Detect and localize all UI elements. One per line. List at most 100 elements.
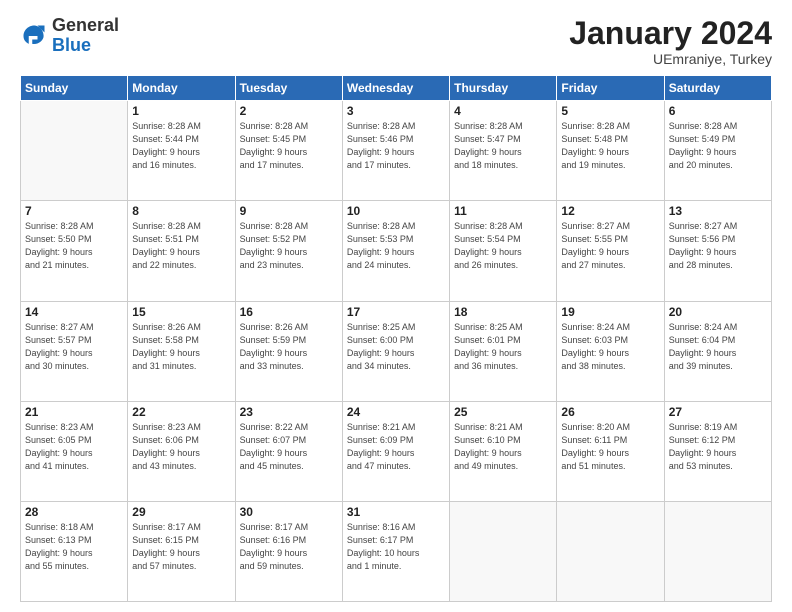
day-number: 3 [347, 104, 445, 118]
day-info: Sunrise: 8:27 AM Sunset: 5:57 PM Dayligh… [25, 321, 123, 373]
day-header-friday: Friday [557, 76, 664, 101]
logo-text: General Blue [52, 16, 119, 56]
day-info: Sunrise: 8:20 AM Sunset: 6:11 PM Dayligh… [561, 421, 659, 473]
day-number: 29 [132, 505, 230, 519]
day-info: Sunrise: 8:23 AM Sunset: 6:06 PM Dayligh… [132, 421, 230, 473]
day-number: 1 [132, 104, 230, 118]
day-header-saturday: Saturday [664, 76, 771, 101]
day-number: 26 [561, 405, 659, 419]
day-number: 19 [561, 305, 659, 319]
calendar-subtitle: UEmraniye, Turkey [569, 51, 772, 67]
logo-blue-text: Blue [52, 36, 119, 56]
calendar-cell: 22Sunrise: 8:23 AM Sunset: 6:06 PM Dayli… [128, 401, 235, 501]
calendar-cell: 30Sunrise: 8:17 AM Sunset: 6:16 PM Dayli… [235, 501, 342, 601]
day-info: Sunrise: 8:28 AM Sunset: 5:49 PM Dayligh… [669, 120, 767, 172]
day-number: 8 [132, 204, 230, 218]
calendar-cell: 23 Sunrise: 8:22 AM Sunset: 6:07 PM Dayli… [235, 401, 342, 501]
calendar-cell: 24 Sunrise: 8:21 AM Sunset: 6:09 PM Dayli… [342, 401, 449, 501]
calendar-cell [664, 501, 771, 601]
calendar-cell: 25 Sunrise: 8:21 AM Sunset: 6:10 PM Dayli… [450, 401, 557, 501]
day-info: Sunrise: 8:28 AM Sunset: 5:50 PM Dayligh… [25, 220, 123, 272]
calendar-cell: 7 Sunrise: 8:28 AM Sunset: 5:50 PM Daylig… [21, 201, 128, 301]
calendar-cell [21, 101, 128, 201]
calendar-cell [557, 501, 664, 601]
calendar-week-1: 1 Sunrise: 8:28 AM Sunset: 5:44 PM Daylig… [21, 101, 772, 201]
title-block: January 2024 UEmraniye, Turkey [569, 16, 772, 67]
calendar-cell: 14Sunrise: 8:27 AM Sunset: 5:57 PM Dayli… [21, 301, 128, 401]
day-number: 21 [25, 405, 123, 419]
day-number: 25 [454, 405, 552, 419]
calendar-cell: 10Sunrise: 8:28 AM Sunset: 5:53 PM Dayli… [342, 201, 449, 301]
day-header-sunday: Sunday [21, 76, 128, 101]
day-number: 28 [25, 505, 123, 519]
calendar-cell: 8 Sunrise: 8:28 AM Sunset: 5:51 PM Daylig… [128, 201, 235, 301]
calendar-table: SundayMondayTuesdayWednesdayThursdayFrid… [20, 75, 772, 602]
calendar-cell: 17 Sunrise: 8:25 AM Sunset: 6:00 PM Dayli… [342, 301, 449, 401]
day-info: Sunrise: 8:28 AM Sunset: 5:44 PM Dayligh… [132, 120, 230, 172]
calendar-week-3: 14Sunrise: 8:27 AM Sunset: 5:57 PM Dayli… [21, 301, 772, 401]
calendar-header-row: SundayMondayTuesdayWednesdayThursdayFrid… [21, 76, 772, 101]
day-info: Sunrise: 8:24 AM Sunset: 6:04 PM Dayligh… [669, 321, 767, 373]
calendar-cell: 20Sunrise: 8:24 AM Sunset: 6:04 PM Dayli… [664, 301, 771, 401]
day-info: Sunrise: 8:26 AM Sunset: 5:58 PM Dayligh… [132, 321, 230, 373]
header: General Blue January 2024 UEmraniye, Tur… [20, 16, 772, 67]
logo: General Blue [20, 16, 119, 56]
day-info: Sunrise: 8:18 AM Sunset: 6:13 PM Dayligh… [25, 521, 123, 573]
day-header-monday: Monday [128, 76, 235, 101]
calendar-cell: 5Sunrise: 8:28 AM Sunset: 5:48 PM Daylig… [557, 101, 664, 201]
calendar-cell: 19 Sunrise: 8:24 AM Sunset: 6:03 PM Dayli… [557, 301, 664, 401]
day-info: Sunrise: 8:21 AM Sunset: 6:09 PM Dayligh… [347, 421, 445, 473]
day-number: 17 [347, 305, 445, 319]
day-number: 16 [240, 305, 338, 319]
day-number: 13 [669, 204, 767, 218]
day-info: Sunrise: 8:24 AM Sunset: 6:03 PM Dayligh… [561, 321, 659, 373]
day-info: Sunrise: 8:28 AM Sunset: 5:45 PM Dayligh… [240, 120, 338, 172]
day-number: 23 [240, 405, 338, 419]
day-info: Sunrise: 8:19 AM Sunset: 6:12 PM Dayligh… [669, 421, 767, 473]
day-number: 7 [25, 204, 123, 218]
day-info: Sunrise: 8:25 AM Sunset: 6:01 PM Dayligh… [454, 321, 552, 373]
day-info: Sunrise: 8:25 AM Sunset: 6:00 PM Dayligh… [347, 321, 445, 373]
calendar-cell: 29Sunrise: 8:17 AM Sunset: 6:15 PM Dayli… [128, 501, 235, 601]
calendar-week-5: 28 Sunrise: 8:18 AM Sunset: 6:13 PM Dayli… [21, 501, 772, 601]
calendar-cell: 26 Sunrise: 8:20 AM Sunset: 6:11 PM Dayli… [557, 401, 664, 501]
day-number: 4 [454, 104, 552, 118]
day-info: Sunrise: 8:16 AM Sunset: 6:17 PM Dayligh… [347, 521, 445, 573]
day-info: Sunrise: 8:28 AM Sunset: 5:54 PM Dayligh… [454, 220, 552, 272]
day-number: 5 [561, 104, 659, 118]
day-info: Sunrise: 8:28 AM Sunset: 5:51 PM Dayligh… [132, 220, 230, 272]
calendar-cell: 9 Sunrise: 8:28 AM Sunset: 5:52 PM Daylig… [235, 201, 342, 301]
day-number: 9 [240, 204, 338, 218]
calendar-cell: 21Sunrise: 8:23 AM Sunset: 6:05 PM Dayli… [21, 401, 128, 501]
day-info: Sunrise: 8:28 AM Sunset: 5:47 PM Dayligh… [454, 120, 552, 172]
day-header-thursday: Thursday [450, 76, 557, 101]
day-number: 12 [561, 204, 659, 218]
day-number: 2 [240, 104, 338, 118]
day-info: Sunrise: 8:26 AM Sunset: 5:59 PM Dayligh… [240, 321, 338, 373]
day-info: Sunrise: 8:27 AM Sunset: 5:56 PM Dayligh… [669, 220, 767, 272]
calendar-cell: 18 Sunrise: 8:25 AM Sunset: 6:01 PM Dayli… [450, 301, 557, 401]
day-info: Sunrise: 8:27 AM Sunset: 5:55 PM Dayligh… [561, 220, 659, 272]
calendar-cell: 1 Sunrise: 8:28 AM Sunset: 5:44 PM Daylig… [128, 101, 235, 201]
day-info: Sunrise: 8:28 AM Sunset: 5:52 PM Dayligh… [240, 220, 338, 272]
logo-general-text: General [52, 16, 119, 36]
day-number: 31 [347, 505, 445, 519]
calendar-cell: 28 Sunrise: 8:18 AM Sunset: 6:13 PM Dayli… [21, 501, 128, 601]
calendar-cell: 2 Sunrise: 8:28 AM Sunset: 5:45 PM Daylig… [235, 101, 342, 201]
calendar-cell: 15 Sunrise: 8:26 AM Sunset: 5:58 PM Dayli… [128, 301, 235, 401]
day-number: 6 [669, 104, 767, 118]
day-number: 30 [240, 505, 338, 519]
day-number: 24 [347, 405, 445, 419]
calendar-cell: 13 Sunrise: 8:27 AM Sunset: 5:56 PM Dayli… [664, 201, 771, 301]
day-info: Sunrise: 8:28 AM Sunset: 5:46 PM Dayligh… [347, 120, 445, 172]
day-info: Sunrise: 8:22 AM Sunset: 6:07 PM Dayligh… [240, 421, 338, 473]
day-header-tuesday: Tuesday [235, 76, 342, 101]
calendar-cell: 3 Sunrise: 8:28 AM Sunset: 5:46 PM Daylig… [342, 101, 449, 201]
calendar-cell: 11Sunrise: 8:28 AM Sunset: 5:54 PM Dayli… [450, 201, 557, 301]
day-number: 15 [132, 305, 230, 319]
page: General Blue January 2024 UEmraniye, Tur… [0, 0, 792, 612]
calendar-cell: 16 Sunrise: 8:26 AM Sunset: 5:59 PM Dayli… [235, 301, 342, 401]
day-number: 18 [454, 305, 552, 319]
calendar-week-2: 7 Sunrise: 8:28 AM Sunset: 5:50 PM Daylig… [21, 201, 772, 301]
day-info: Sunrise: 8:21 AM Sunset: 6:10 PM Dayligh… [454, 421, 552, 473]
